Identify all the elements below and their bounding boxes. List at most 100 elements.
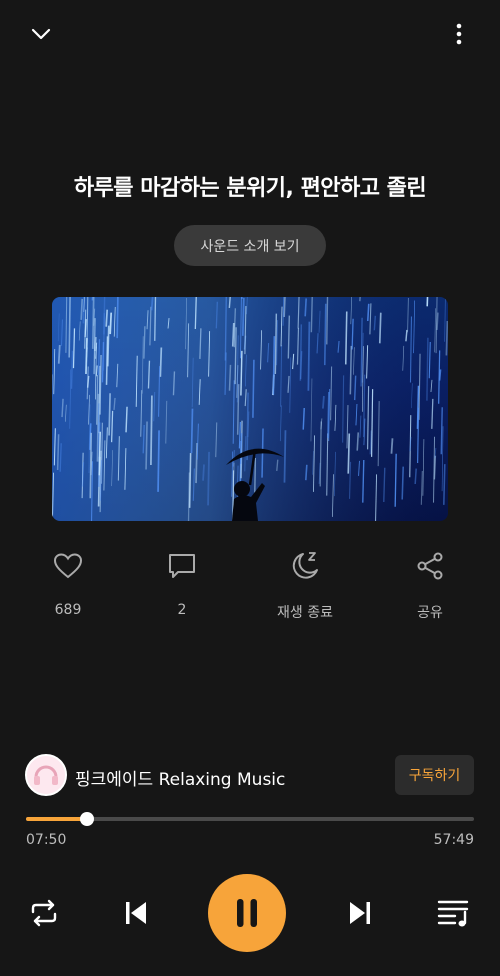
- rain-streak: [102, 313, 106, 371]
- rain-streak: [366, 303, 370, 322]
- album-artwork: [52, 297, 448, 521]
- rain-streak: [356, 432, 360, 451]
- rain-streak: [246, 392, 249, 461]
- progress-slider[interactable]: [26, 812, 474, 826]
- skip-next-icon: [350, 902, 370, 924]
- playlist-button[interactable]: [434, 893, 474, 933]
- rain-streak: [390, 438, 394, 454]
- rain-streak: [202, 464, 205, 481]
- rain-streak: [358, 297, 361, 302]
- rain-streak: [231, 322, 235, 347]
- rain-streak: [106, 325, 110, 367]
- playlist-icon: [437, 900, 469, 927]
- previous-button[interactable]: [116, 893, 156, 933]
- rain-streak: [283, 297, 286, 318]
- like-count: 689: [54, 602, 82, 618]
- rain-streak: [98, 431, 101, 476]
- rain-streak: [353, 375, 357, 401]
- rain-streak: [349, 345, 353, 395]
- like-action[interactable]: 689: [23, 548, 113, 618]
- rain-streak: [302, 407, 305, 430]
- rain-streak: [116, 297, 119, 339]
- collapse-button[interactable]: [23, 16, 59, 52]
- rain-streak: [56, 434, 60, 470]
- next-button[interactable]: [340, 893, 380, 933]
- sleep-timer-label: 재생 종료: [277, 605, 333, 621]
- rain-streak: [105, 309, 109, 327]
- share-icon: [417, 552, 443, 580]
- sleep-timer-action[interactable]: 재생 종료: [260, 548, 350, 622]
- rain-streak: [433, 455, 437, 480]
- repeat-button[interactable]: [24, 893, 64, 933]
- rain-streak: [240, 350, 243, 396]
- rain-streak: [157, 430, 160, 492]
- rain-streak: [378, 312, 382, 344]
- sleep-timer-icon: [292, 552, 318, 579]
- rain-streak: [150, 395, 153, 466]
- pause-icon: [237, 899, 257, 927]
- progress-thumb[interactable]: [79, 812, 94, 826]
- rain-streak: [68, 297, 71, 358]
- more-vertical-icon: [456, 23, 462, 45]
- rain-streak: [80, 298, 84, 320]
- rain-streak: [414, 468, 417, 485]
- rain-streak: [405, 329, 408, 342]
- rain-streak: [438, 369, 442, 381]
- rain-streak: [188, 453, 192, 508]
- rain-umbrella-artwork: [52, 297, 448, 521]
- rain-streak: [272, 336, 276, 395]
- sound-intro-button[interactable]: 사운드 소개 보기: [174, 225, 326, 266]
- rain-streak: [195, 443, 198, 484]
- subscribe-button[interactable]: 구독하기: [395, 755, 474, 795]
- rain-streak: [190, 408, 194, 454]
- rain-streak: [57, 344, 61, 364]
- rain-streak: [304, 298, 307, 317]
- rain-streak: [61, 398, 64, 418]
- rain-streak: [327, 392, 330, 439]
- more-menu-button[interactable]: [441, 16, 477, 52]
- current-time: 07:50: [26, 832, 67, 848]
- repeat-icon: [31, 899, 57, 927]
- comment-action[interactable]: 2: [137, 548, 227, 618]
- rain-streak: [241, 297, 245, 336]
- channel-avatar[interactable]: [25, 754, 67, 796]
- track-title: 하루를 마감하는 분위기, 편안하고 졸린: [73, 176, 427, 201]
- rain-streak: [236, 384, 240, 435]
- rain-streak: [307, 321, 311, 391]
- share-action[interactable]: 공유: [385, 548, 475, 622]
- rain-streak: [252, 359, 255, 418]
- rain-streak: [347, 433, 351, 474]
- rain-streak: [436, 312, 439, 331]
- total-time: 57:49: [433, 832, 474, 848]
- headphones-avatar-icon: [27, 756, 65, 794]
- rain-streak: [125, 406, 128, 433]
- progress-fill: [26, 817, 87, 821]
- rain-streak: [401, 466, 404, 500]
- rain-streak: [228, 364, 232, 391]
- comment-icon: [169, 554, 195, 578]
- share-label: 공유: [417, 605, 443, 621]
- rain-streak: [159, 347, 163, 377]
- rain-streak: [86, 375, 90, 388]
- rain-streak: [322, 395, 325, 409]
- rain-streak: [109, 312, 113, 335]
- rain-streak: [323, 303, 327, 366]
- rain-streak: [274, 313, 278, 375]
- rain-streak: [145, 421, 148, 470]
- rain-streak: [344, 311, 348, 365]
- rain-streak: [207, 451, 210, 506]
- heart-icon: [53, 553, 83, 579]
- rain-streak: [426, 337, 429, 401]
- rain-streak: [373, 315, 377, 331]
- rain-streak: [283, 430, 287, 483]
- rain-streak: [299, 324, 303, 381]
- channel-name[interactable]: 핑크에이드 Relaxing Music: [75, 765, 285, 790]
- pause-button[interactable]: [208, 874, 286, 952]
- rain-streak: [443, 464, 446, 505]
- skip-previous-icon: [126, 902, 146, 924]
- comment-count: 2: [177, 602, 187, 618]
- rain-streak: [108, 393, 111, 436]
- rain-streak: [445, 320, 448, 356]
- rain-streak: [150, 297, 154, 311]
- chevron-down-icon: [31, 28, 51, 40]
